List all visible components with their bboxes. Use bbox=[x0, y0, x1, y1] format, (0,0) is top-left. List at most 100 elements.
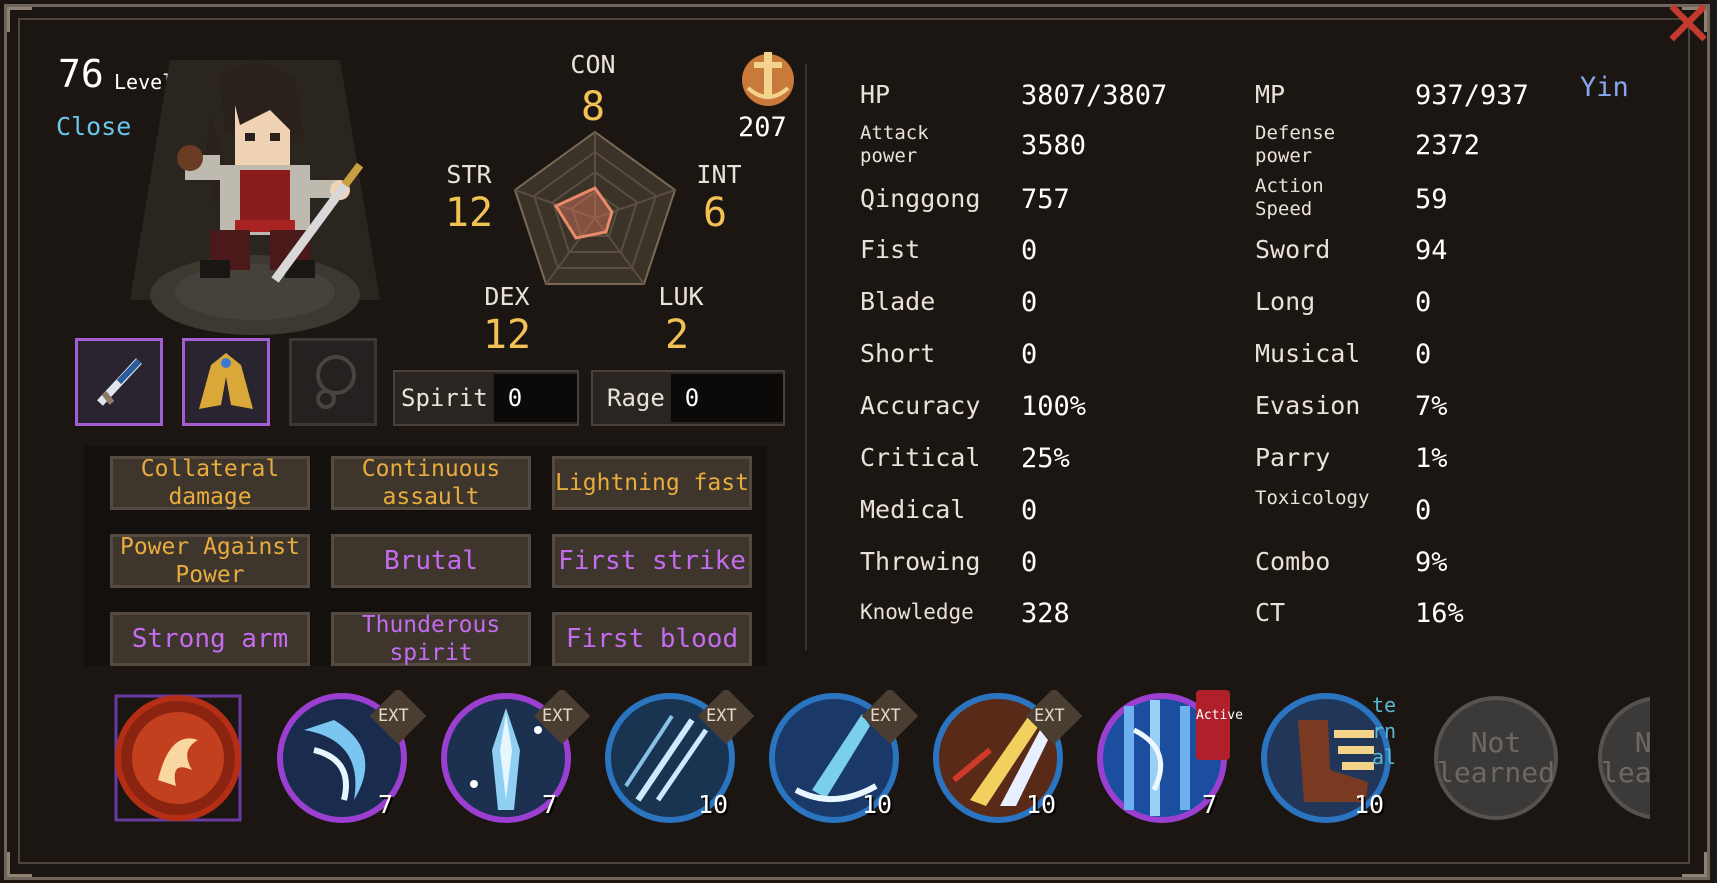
attr-dex-label: DEX bbox=[484, 282, 530, 311]
stat-label-sword: Sword bbox=[1255, 235, 1331, 264]
equip-slot-accessory[interactable] bbox=[289, 338, 377, 426]
skill-slot[interactable] bbox=[110, 690, 246, 826]
skill-level: 7 bbox=[1202, 790, 1218, 819]
stat-label-musical: Musical bbox=[1255, 339, 1361, 368]
spirit-label: Spirit bbox=[401, 384, 488, 412]
skill-slot[interactable]: EXT 10 bbox=[602, 690, 755, 830]
stat-label-critical: Critical bbox=[860, 443, 981, 472]
skill-level: 10 bbox=[1026, 790, 1057, 819]
stat-value-accuracy: 100% bbox=[1021, 391, 1087, 422]
skill-level: 10 bbox=[698, 790, 729, 819]
trait-item[interactable]: Collateral damage bbox=[110, 456, 310, 510]
not-learned-label: Not learned bbox=[1434, 696, 1558, 820]
skill-level: 7 bbox=[542, 790, 558, 819]
stat-value-throwing: 0 bbox=[1021, 547, 1038, 578]
trait-item[interactable]: Continuous assault bbox=[331, 456, 531, 510]
trait-item[interactable]: Thunderous spirit bbox=[331, 612, 531, 666]
sword-icon bbox=[97, 358, 142, 406]
skill-slot-empty[interactable]: Not learned bbox=[1428, 690, 1564, 826]
active-badge: Active bbox=[1196, 690, 1243, 760]
attr-int-label: INT bbox=[696, 160, 742, 189]
skill-slot[interactable]: EXT 7 bbox=[274, 690, 427, 830]
skill-slot[interactable]: Internal 10 bbox=[1258, 690, 1408, 830]
rage-resource: Rage 0 bbox=[591, 370, 785, 426]
stat-value-blade: 0 bbox=[1021, 287, 1038, 318]
stat-value-mp: 937/937 bbox=[1415, 80, 1529, 111]
stat-value-knowledge: 328 bbox=[1021, 598, 1070, 629]
attr-int-value: 6 bbox=[702, 190, 728, 236]
stat-label-knowledge: Knowledge bbox=[860, 600, 974, 624]
close-button[interactable]: Close bbox=[56, 112, 131, 141]
stat-value-attack: 3580 bbox=[1021, 130, 1087, 161]
stat-label-evasion: Evasion bbox=[1255, 391, 1361, 420]
attribute-radar-chart bbox=[513, 130, 677, 285]
stat-value-ct: 16% bbox=[1415, 598, 1464, 629]
stat-label-toxicology: Toxicology bbox=[1255, 487, 1370, 509]
trait-item[interactable]: Power Against Power bbox=[110, 534, 310, 588]
stat-label-short: Short bbox=[860, 339, 936, 368]
trait-item[interactable]: First strike bbox=[552, 534, 752, 588]
skill-level: 10 bbox=[862, 790, 893, 819]
stat-value-short: 0 bbox=[1021, 339, 1038, 370]
attr-str-label: STR bbox=[446, 160, 492, 189]
panel-divider bbox=[805, 64, 807, 650]
skill-slot[interactable]: EXT 10 bbox=[766, 690, 919, 830]
spirit-resource: Spirit 0 bbox=[393, 370, 579, 426]
stat-value-medical: 0 bbox=[1021, 495, 1038, 526]
attr-luk-label: LUK bbox=[658, 282, 704, 311]
stat-value-toxicology: 0 bbox=[1415, 495, 1432, 526]
emblem-value: 207 bbox=[738, 112, 787, 143]
stat-label-attack: Attack power bbox=[860, 122, 929, 167]
sect-emblem-icon bbox=[742, 52, 794, 106]
stat-label-ct: CT bbox=[1255, 598, 1286, 627]
internal-badge: Internal bbox=[1372, 690, 1397, 769]
equip-slot-weapon[interactable] bbox=[75, 338, 163, 426]
faction-label: Yin bbox=[1580, 72, 1629, 103]
character-portrait bbox=[177, 63, 364, 283]
ext-badge-label: EXT bbox=[542, 706, 573, 726]
stat-label-blade: Blade bbox=[860, 287, 936, 316]
spirit-value: 0 bbox=[493, 374, 577, 422]
trait-item[interactable]: Strong arm bbox=[110, 612, 310, 666]
attr-con-label: CON bbox=[570, 50, 616, 79]
stat-label-mp: MP bbox=[1255, 80, 1286, 109]
attr-con-value: 8 bbox=[580, 84, 606, 130]
equip-slot-armor[interactable] bbox=[182, 338, 270, 426]
ext-badge-label: EXT bbox=[870, 706, 901, 726]
level-value: 76 bbox=[58, 52, 104, 96]
skill-level: 10 bbox=[1354, 790, 1385, 819]
stat-label-action-speed: Action Speed bbox=[1255, 175, 1324, 220]
stat-value-hp: 3807/3807 bbox=[1021, 80, 1168, 111]
stat-value-fist: 0 bbox=[1021, 235, 1038, 266]
stat-value-combo: 9% bbox=[1415, 547, 1448, 578]
stat-value-defense: 2372 bbox=[1415, 130, 1481, 161]
rage-value: 0 bbox=[670, 374, 783, 422]
skill-slot[interactable]: EXT 7 bbox=[438, 690, 591, 830]
trait-item[interactable]: Brutal bbox=[331, 534, 531, 588]
stat-label-qinggong: Qinggong bbox=[860, 184, 981, 213]
stat-value-musical: 0 bbox=[1415, 339, 1432, 370]
skills-bar: EXT 7 EXT 7 EXT 10 EXT 10 EXT 10 Active … bbox=[110, 690, 1650, 830]
trait-item[interactable]: Lightning fast bbox=[552, 456, 752, 510]
not-learned-label: Not learned bbox=[1598, 696, 1650, 820]
traits-panel[interactable]: Collateral damage Continuous assault Lig… bbox=[84, 446, 766, 666]
stat-label-throwing: Throwing bbox=[860, 547, 981, 576]
stat-label-medical: Medical bbox=[860, 495, 966, 524]
skill-slot[interactable]: Active 7 bbox=[1094, 690, 1243, 830]
accessory-slot-icon bbox=[316, 355, 356, 409]
ext-badge-label: EXT bbox=[378, 706, 409, 726]
stat-label-parry: Parry bbox=[1255, 443, 1331, 472]
stat-label-long: Long bbox=[1255, 287, 1316, 316]
fire-dragon-skill-icon bbox=[114, 694, 242, 822]
robe-icon bbox=[199, 353, 253, 409]
ext-badge-label: EXT bbox=[706, 706, 737, 726]
stat-label-defense: Defense power bbox=[1255, 122, 1336, 167]
skill-slot-empty[interactable]: Not learned bbox=[1592, 690, 1650, 826]
stat-value-critical: 25% bbox=[1021, 443, 1070, 474]
stat-value-action-speed: 59 bbox=[1415, 184, 1448, 215]
trait-item[interactable]: First blood bbox=[552, 612, 752, 666]
close-x-icon[interactable]: ✕ bbox=[1659, 0, 1717, 58]
stat-label-hp: HP bbox=[860, 80, 891, 109]
skill-slot[interactable]: EXT 10 bbox=[930, 690, 1083, 830]
stat-value-qinggong: 757 bbox=[1021, 184, 1070, 215]
